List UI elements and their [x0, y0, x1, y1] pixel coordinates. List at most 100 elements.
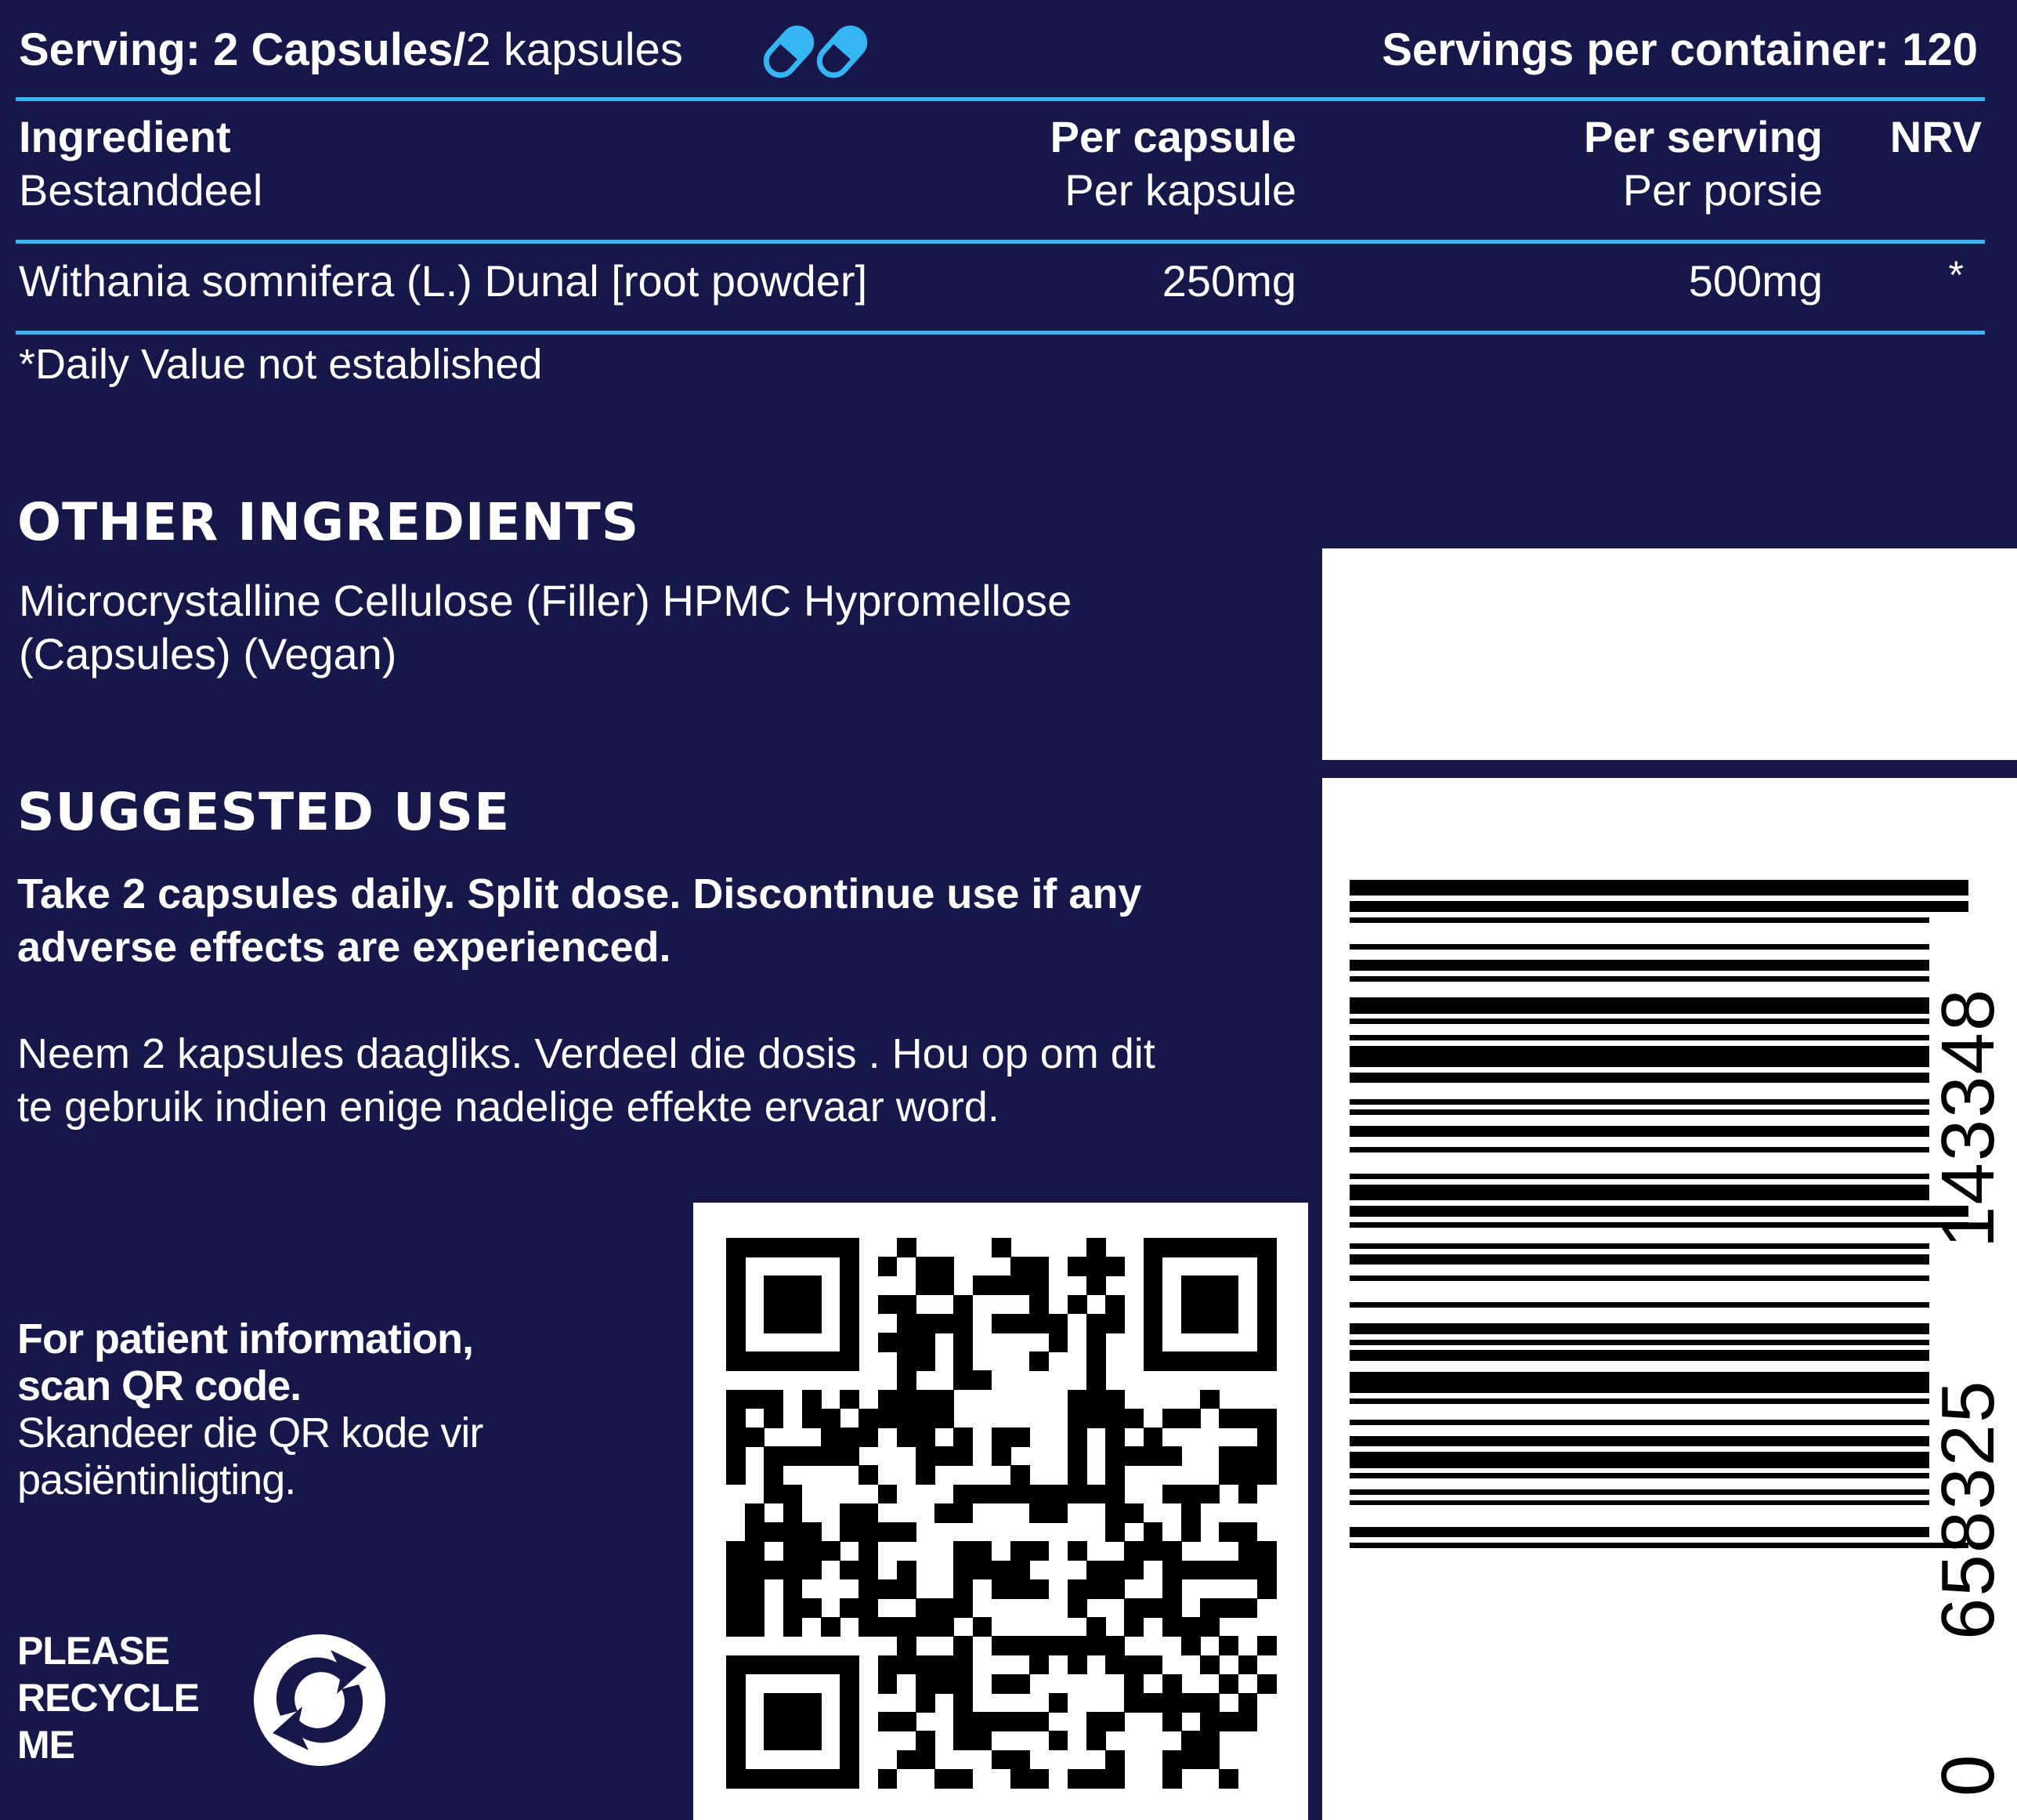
qr-module [896, 1389, 916, 1409]
qr-module [821, 1446, 840, 1467]
table-header-rule [16, 240, 1985, 244]
qr-module [1180, 1731, 1201, 1751]
qr-module [764, 1351, 784, 1372]
qr-module [953, 1692, 974, 1713]
barcode-bar [1350, 1398, 1929, 1404]
qr-module [1143, 1333, 1163, 1352]
qr-module [1219, 1768, 1239, 1789]
barcode-bar [1350, 1098, 1929, 1105]
qr-module [1048, 1333, 1068, 1352]
table-row-per-capsule: 250mg [1162, 256, 1296, 306]
qr-module [1124, 1503, 1144, 1523]
qr-module [764, 1275, 784, 1296]
patient-info-line2: scan QR code. [17, 1362, 302, 1409]
qr-module [877, 1333, 898, 1352]
qr-module [1029, 1275, 1050, 1296]
barcode-bar [1350, 943, 1929, 950]
qr-module [1124, 1446, 1144, 1467]
qr-module [934, 1597, 955, 1618]
qr-module [1124, 1597, 1144, 1618]
qr-module [896, 1351, 916, 1372]
barcode-bar [1350, 1174, 1929, 1180]
qr-module [1105, 1768, 1125, 1789]
qr-module [1256, 1313, 1277, 1333]
qr-module [1256, 1333, 1277, 1352]
qr-module [764, 1731, 784, 1751]
qr-code-modules [726, 1238, 1277, 1789]
qr-module [764, 1712, 784, 1731]
qr-module [1086, 1313, 1106, 1333]
qr-module [896, 1655, 916, 1675]
qr-module [1256, 1465, 1277, 1485]
qr-module [972, 1541, 992, 1561]
qr-module [953, 1503, 974, 1523]
qr-module [896, 1749, 916, 1770]
qr-module [1162, 1560, 1182, 1580]
suggested-use-af-line1: Neem 2 kapsules daagliks. Verdeel die do… [17, 1030, 1155, 1077]
qr-module [1219, 1465, 1239, 1485]
qr-module [726, 1655, 746, 1675]
qr-module [896, 1313, 916, 1333]
qr-module [801, 1692, 822, 1713]
qr-module [1180, 1294, 1201, 1315]
qr-module [783, 1579, 803, 1599]
qr-module [1124, 1541, 1144, 1561]
qr-module [1219, 1636, 1239, 1656]
col-per-serving: Per serving [1583, 112, 1823, 161]
qr-module [934, 1313, 955, 1333]
col-per-serving-sub: Per porsie [1622, 165, 1823, 215]
qr-module [1180, 1522, 1201, 1542]
qr-module [726, 1313, 746, 1333]
qr-module [1180, 1484, 1201, 1504]
qr-module [858, 1617, 879, 1637]
qr-module [1180, 1238, 1201, 1257]
qr-module [896, 1238, 916, 1257]
footnote: *Daily Value not established [19, 341, 543, 388]
qr-module [801, 1731, 822, 1751]
qr-module [801, 1446, 822, 1467]
qr-module [916, 1333, 935, 1352]
qr-module [783, 1313, 803, 1333]
qr-module [934, 1389, 955, 1409]
barcode-bar [1350, 1489, 1929, 1495]
qr-module [840, 1313, 860, 1333]
qr-module [821, 1541, 840, 1561]
capsule-icon [764, 25, 868, 78]
qr-module [840, 1768, 860, 1789]
qr-module [1067, 1484, 1087, 1504]
qr-module [953, 1333, 974, 1352]
barcode-bar [1350, 1184, 1929, 1201]
barcode-bar [1350, 1125, 1929, 1137]
header-rule [16, 97, 1985, 101]
qr-module [745, 1541, 765, 1561]
barcode-bar [1350, 1371, 1929, 1394]
qr-module [972, 1560, 992, 1580]
patient-info-line3: Skandeer die QR kode vir [17, 1409, 483, 1456]
qr-module [934, 1673, 955, 1694]
qr-module [783, 1617, 803, 1637]
qr-module [877, 1617, 898, 1637]
qr-module [783, 1522, 803, 1542]
qr-module [953, 1484, 974, 1504]
qr-module [1086, 1370, 1106, 1391]
qr-module [1086, 1389, 1106, 1409]
qr-module [991, 1313, 1011, 1333]
qr-module [801, 1597, 822, 1618]
qr-module [1143, 1522, 1163, 1542]
qr-module [1086, 1768, 1106, 1789]
qr-module [858, 1427, 879, 1447]
qr-module [726, 1333, 746, 1352]
servings-per-container: Servings per container: 120 [1382, 24, 1978, 75]
qr-module [1048, 1313, 1068, 1333]
qr-module [1256, 1238, 1277, 1257]
qr-module [1105, 1389, 1125, 1409]
suggested-use-af-line2: te gebruik indien enige nadelige effekte… [17, 1084, 999, 1131]
qr-module [1162, 1408, 1182, 1428]
qr-module [764, 1768, 784, 1789]
qr-module [1143, 1257, 1163, 1276]
qr-module [840, 1731, 860, 1751]
qr-module [858, 1522, 879, 1542]
qr-module [1029, 1768, 1050, 1789]
qr-module [1067, 1257, 1087, 1276]
recycle-icon [254, 1634, 385, 1766]
